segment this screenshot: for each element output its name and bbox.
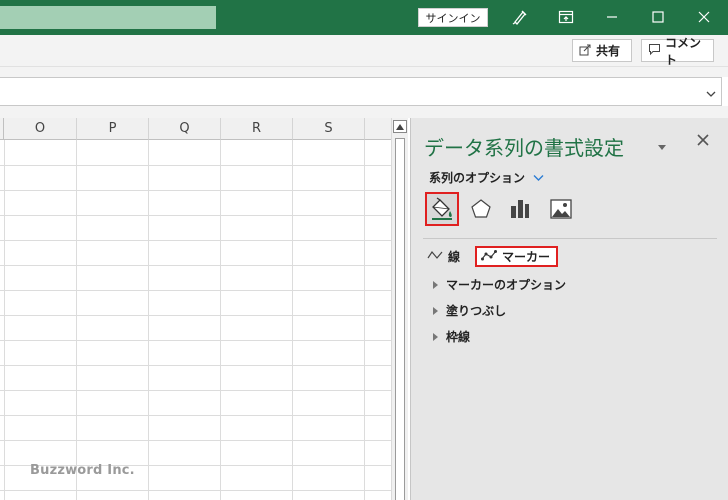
- marker-icon: [481, 249, 497, 264]
- expand-triangle-icon: [433, 280, 438, 289]
- pane-close-icon[interactable]: [695, 132, 711, 148]
- comment-icon: [648, 43, 661, 59]
- column-header-o[interactable]: O: [4, 118, 77, 140]
- title-search-box[interactable]: [0, 6, 216, 29]
- formula-gap: [0, 106, 728, 118]
- ribbon-gap: [0, 67, 728, 77]
- series-options-label: 系列のオプション: [429, 171, 526, 185]
- chevron-down-icon[interactable]: [705, 85, 717, 97]
- spreadsheet-grid[interactable]: O P Q R S: [0, 118, 391, 500]
- section-border-label: 枠線: [446, 330, 471, 344]
- format-data-series-pane: データ系列の書式設定 系列のオプション 線 マーカー マーカーのオプション 塗り…: [410, 118, 728, 500]
- series-options-icon[interactable]: [503, 192, 537, 226]
- section-fill[interactable]: 塗りつぶし: [433, 302, 506, 319]
- pane-divider: [423, 238, 717, 239]
- series-options-dropdown[interactable]: 系列のオプション: [429, 169, 544, 186]
- chevron-down-icon: [533, 171, 544, 185]
- scroll-up-icon[interactable]: [393, 120, 407, 133]
- column-header-r[interactable]: R: [221, 118, 293, 140]
- close-icon[interactable]: [690, 4, 718, 30]
- line-icon: [427, 249, 443, 264]
- tab-marker-label: マーカー: [502, 250, 551, 264]
- pane-options-icon[interactable]: [656, 137, 668, 150]
- column-header-p[interactable]: P: [77, 118, 149, 140]
- ribbon-bar: 共有 コメント: [0, 35, 728, 67]
- expand-triangle-icon: [433, 332, 438, 341]
- share-button[interactable]: 共有: [572, 39, 632, 62]
- picture-icon[interactable]: [544, 192, 578, 226]
- fill-line-icon[interactable]: [425, 192, 459, 226]
- formula-input[interactable]: [0, 77, 722, 106]
- section-marker-options-label: マーカーのオプション: [446, 278, 567, 292]
- column-header-partial-right[interactable]: [365, 118, 391, 140]
- watermark: Buzzword Inc.: [30, 463, 135, 478]
- share-label: 共有: [596, 44, 621, 58]
- sign-in-button[interactable]: サインイン: [418, 8, 488, 27]
- section-fill-label: 塗りつぶし: [446, 304, 507, 318]
- tab-line-label: 線: [448, 250, 461, 264]
- expand-triangle-icon: [433, 306, 438, 315]
- vertical-scrollbar[interactable]: [391, 118, 408, 500]
- ribbon-display-icon[interactable]: [552, 4, 580, 30]
- scroll-thumb[interactable]: [395, 138, 405, 500]
- tab-marker[interactable]: マーカー: [475, 246, 559, 267]
- share-icon: [579, 43, 592, 59]
- comment-label: コメント: [665, 35, 702, 67]
- section-border[interactable]: 枠線: [433, 328, 470, 345]
- pane-title: データ系列の書式設定: [424, 136, 624, 160]
- pen-icon[interactable]: [506, 4, 534, 30]
- minimize-icon[interactable]: [598, 4, 626, 30]
- effects-icon[interactable]: [464, 192, 498, 226]
- maximize-icon[interactable]: [644, 4, 672, 30]
- column-header-q[interactable]: Q: [149, 118, 221, 140]
- section-marker-options[interactable]: マーカーのオプション: [433, 276, 566, 293]
- column-header-s[interactable]: S: [293, 118, 365, 140]
- cell-grid-lines: [0, 140, 391, 500]
- comment-button[interactable]: コメント: [641, 36, 714, 67]
- tab-line[interactable]: 線: [427, 246, 460, 267]
- title-bar: サインイン: [0, 0, 728, 35]
